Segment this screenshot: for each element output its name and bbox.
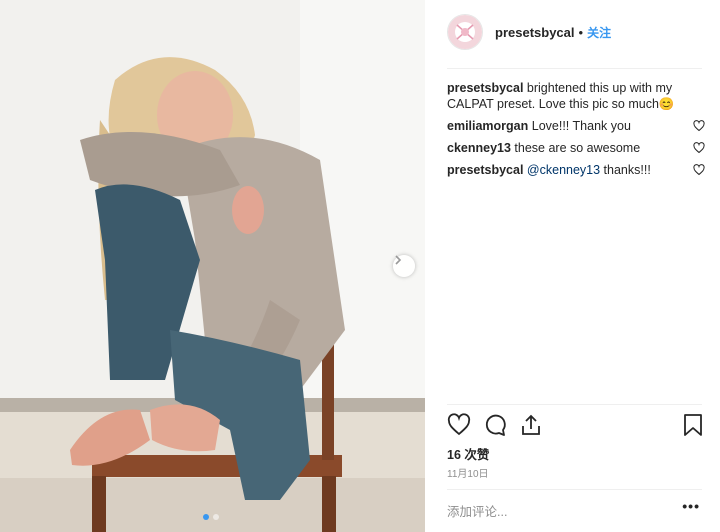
carousel-dot-1 bbox=[203, 514, 209, 520]
likes-count[interactable]: 16 次赞 bbox=[447, 444, 489, 463]
more-options-button[interactable]: ••• bbox=[682, 498, 700, 514]
photo-illustration bbox=[0, 0, 425, 532]
comment-list: presetsbycal brightened this up with my … bbox=[447, 80, 705, 184]
comment-item: presetsbycal @ckenney13 thanks!!! bbox=[447, 162, 705, 178]
action-bar bbox=[447, 413, 705, 439]
caption-username[interactable]: presetsbycal bbox=[447, 81, 523, 95]
comment-text: Love!!! Thank you bbox=[528, 119, 631, 133]
next-photo-button[interactable] bbox=[393, 255, 415, 277]
header-bullet: • bbox=[578, 24, 584, 40]
carousel-dot-2 bbox=[213, 514, 219, 520]
comment-text: these are so awesome bbox=[510, 141, 641, 155]
comment-username[interactable]: presetsbycal bbox=[447, 163, 523, 177]
chevron-right-icon bbox=[395, 255, 402, 265]
carousel-indicator bbox=[203, 514, 219, 520]
comment-heart-icon[interactable] bbox=[693, 120, 705, 132]
post-caption: presetsbycal brightened this up with my … bbox=[447, 80, 705, 112]
comment-mention[interactable]: @ckenney13 bbox=[527, 163, 600, 177]
post-sidebar: presetsbycal • 关注 presetsbycal brightene… bbox=[425, 0, 720, 532]
comment-text: thanks!!! bbox=[600, 163, 651, 177]
comment-username[interactable]: ckenney13 bbox=[447, 141, 511, 155]
avatar[interactable] bbox=[447, 14, 483, 50]
actions-divider bbox=[447, 404, 702, 405]
comment-divider bbox=[447, 489, 702, 490]
post-date[interactable]: 11月10日 bbox=[447, 465, 489, 480]
avatar-image bbox=[448, 15, 482, 49]
bookmark-icon[interactable] bbox=[682, 413, 704, 437]
post-photo[interactable] bbox=[0, 0, 425, 532]
post-username[interactable]: presetsbycal bbox=[495, 25, 575, 40]
comment-icon[interactable] bbox=[483, 413, 507, 437]
comment-item: ckenney13 these are so awesome bbox=[447, 140, 705, 156]
add-comment-input[interactable]: 添加评论... bbox=[447, 501, 507, 520]
header-divider bbox=[447, 68, 702, 69]
comment-item: emiliamorgan Love!!! Thank you bbox=[447, 118, 705, 134]
comment-username[interactable]: emiliamorgan bbox=[447, 119, 528, 133]
comment-heart-icon[interactable] bbox=[693, 142, 705, 154]
post-header: presetsbycal • 关注 bbox=[447, 14, 611, 50]
heart-icon[interactable] bbox=[447, 413, 471, 437]
share-icon[interactable] bbox=[519, 413, 543, 437]
follow-button[interactable]: 关注 bbox=[587, 24, 611, 41]
comment-heart-icon[interactable] bbox=[693, 164, 705, 176]
